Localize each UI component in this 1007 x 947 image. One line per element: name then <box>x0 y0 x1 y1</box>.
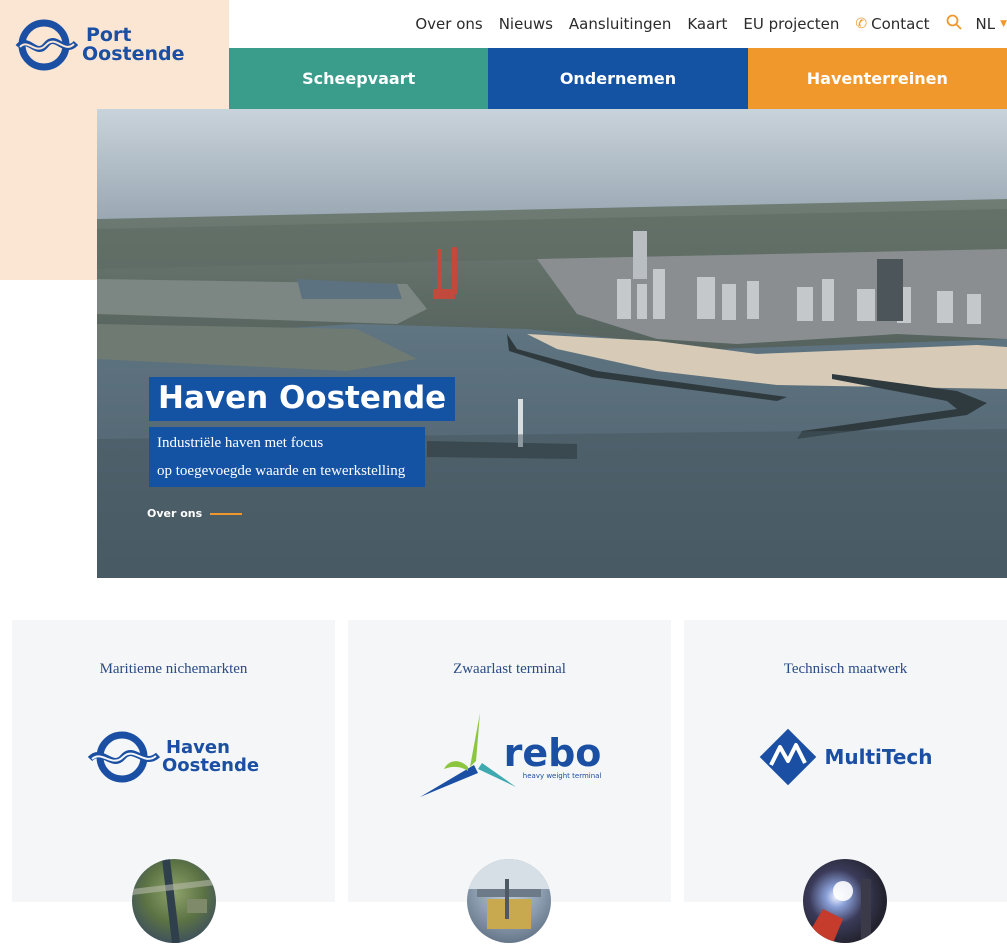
card-photo-heavy-lift[interactable] <box>467 859 551 943</box>
language-selector[interactable]: NL ▼ <box>976 15 1007 33</box>
hero-subtitle-line-1: Industriële haven met focus <box>157 435 324 451</box>
hero-link-label: Over ons <box>147 507 203 520</box>
port-oostende-emblem-icon <box>15 19 78 71</box>
rebo-windmill-icon <box>419 713 516 797</box>
rebo-name: rebo <box>503 731 602 775</box>
tab-haventerreinen[interactable]: Haventerreinen <box>747 48 1007 109</box>
haven-oostende-wordmark: Haven Oostende <box>162 739 259 775</box>
tab-scheepvaart[interactable]: Scheepvaart <box>229 48 489 109</box>
port-oostende-logo[interactable]: Port Oostende <box>14 14 204 76</box>
caret-down-icon: ▼ <box>1000 19 1007 29</box>
multitech-diamond-icon <box>760 728 817 786</box>
rebo-logo: rebo heavy weight terminal <box>348 712 671 802</box>
haven-oostende-line-2: Oostende <box>161 755 260 776</box>
main-tabs: Scheepvaart Ondernemen Haventerreinen <box>229 48 1007 109</box>
nav-eu-projecten[interactable]: EU projecten <box>743 15 839 33</box>
top-navigation: Over ons Nieuws Aansluitingen Kaart EU p… <box>399 0 1007 48</box>
language-label: NL <box>975 15 996 33</box>
phone-icon: ✆ <box>855 16 868 32</box>
nav-contact-label: Contact <box>871 15 930 33</box>
card-photo-welding[interactable] <box>803 859 887 943</box>
nav-over-ons[interactable]: Over ons <box>415 15 482 33</box>
hero-title: Haven Oostende <box>149 377 456 421</box>
nav-contact[interactable]: ✆ Contact <box>855 15 929 33</box>
card-photo-aerial-canal[interactable] <box>132 859 216 943</box>
multitech-logo: MultiTech <box>684 712 1007 802</box>
nav-kaart[interactable]: Kaart <box>687 15 727 33</box>
card-title: Zwaarlast terminal <box>453 661 566 677</box>
hero-subtitle-line-2: op toegevoegde waarde en tewerkstelling <box>157 463 406 479</box>
nav-aansluitingen[interactable]: Aansluitingen <box>569 15 671 33</box>
hero-banner: Haven Oostende Industriële haven met foc… <box>97 109 1007 578</box>
aerial-canal-photo <box>132 859 216 943</box>
heavy-lift-photo <box>467 859 551 929</box>
nav-nieuws[interactable]: Nieuws <box>499 15 553 33</box>
welding-photo <box>803 879 871 943</box>
card-title: Maritieme nichemarkten <box>99 661 248 677</box>
rebo-wordmark: rebo heavy weight terminal <box>504 734 602 780</box>
tab-ondernemen[interactable]: Ondernemen <box>488 48 748 109</box>
logo-line-2: Oostende <box>82 43 185 65</box>
card-title: Technisch maatwerk <box>783 661 908 677</box>
haven-oostende-logo: Haven Oostende <box>12 712 335 802</box>
hero-over-ons-link[interactable]: Over ons <box>147 507 243 520</box>
hero-subtitle: Industriële haven met focus op toegevoeg… <box>149 427 425 487</box>
multitech-name: MultiTech <box>824 745 933 769</box>
search-icon[interactable] <box>946 14 962 35</box>
hero-link-underline <box>210 512 243 515</box>
logo-wordmark: Port Oostende <box>82 26 185 64</box>
haven-oostende-emblem-icon <box>87 731 160 783</box>
